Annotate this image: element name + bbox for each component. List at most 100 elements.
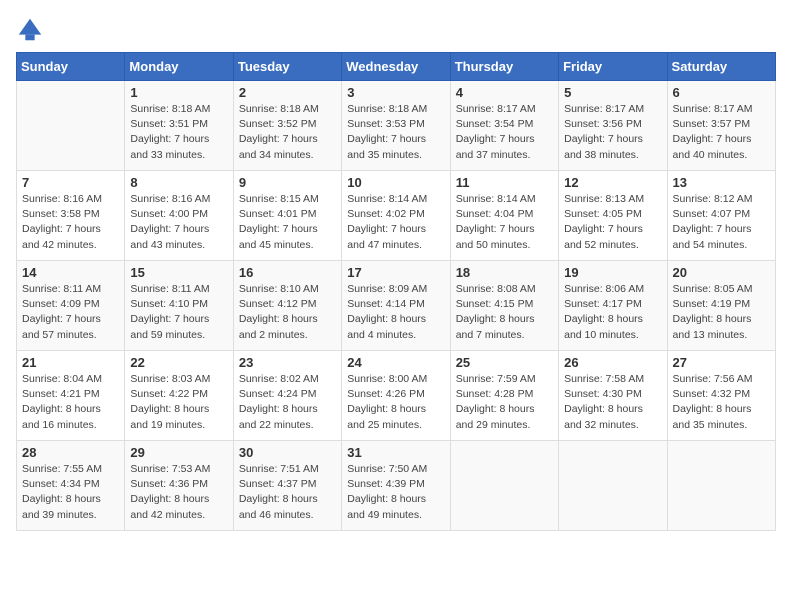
day-cell: 18Sunrise: 8:08 AMSunset: 4:15 PMDayligh…: [450, 261, 558, 351]
day-number: 3: [347, 85, 444, 100]
day-cell: 10Sunrise: 8:14 AMSunset: 4:02 PMDayligh…: [342, 171, 450, 261]
day-cell: 24 Sunrise: 8:00 AMSunset: 4:26 PMDayligh…: [342, 351, 450, 441]
day-number: 22: [130, 355, 227, 370]
day-cell: 5 Sunrise: 8:17 AMSunset: 3:56 PMDaylight…: [559, 81, 667, 171]
day-number: 19: [564, 265, 661, 280]
header: [16, 16, 776, 44]
day-number: 29: [130, 445, 227, 460]
day-number: 5: [564, 85, 661, 100]
day-cell: 6 Sunrise: 8:17 AMSunset: 3:57 PMDaylight…: [667, 81, 775, 171]
day-number: 11: [456, 175, 553, 190]
day-detail: Sunrise: 7:55 AMSunset: 4:34 PMDaylight:…: [22, 462, 119, 523]
day-number: 12: [564, 175, 661, 190]
day-number: 14: [22, 265, 119, 280]
day-number: 25: [456, 355, 553, 370]
day-cell: [17, 81, 125, 171]
day-number: 13: [673, 175, 770, 190]
week-row-2: 7Sunrise: 8:16 AMSunset: 3:58 PMDaylight…: [17, 171, 776, 261]
day-cell: [559, 441, 667, 531]
day-number: 15: [130, 265, 227, 280]
day-cell: 30 Sunrise: 7:51 AMSunset: 4:37 PMDayligh…: [233, 441, 341, 531]
day-detail: Sunrise: 7:51 AMSunset: 4:37 PMDaylight:…: [239, 462, 336, 523]
day-detail: Sunrise: 8:16 AMSunset: 4:00 PMDaylight:…: [130, 192, 227, 253]
day-detail: Sunrise: 7:50 AMSunset: 4:39 PMDaylight:…: [347, 462, 444, 523]
day-number: 23: [239, 355, 336, 370]
day-detail: Sunrise: 8:17 AMSunset: 3:56 PMDaylight:…: [564, 102, 661, 163]
day-detail: Sunrise: 8:14 AMSunset: 4:02 PMDaylight:…: [347, 192, 444, 253]
day-cell: [450, 441, 558, 531]
day-number: 17: [347, 265, 444, 280]
day-number: 24: [347, 355, 444, 370]
day-detail: Sunrise: 8:18 AMSunset: 3:52 PMDaylight:…: [239, 102, 336, 163]
day-number: 26: [564, 355, 661, 370]
day-number: 7: [22, 175, 119, 190]
week-row-4: 21 Sunrise: 8:04 AMSunset: 4:21 PMDayligh…: [17, 351, 776, 441]
day-cell: 8 Sunrise: 8:16 AMSunset: 4:00 PMDaylight…: [125, 171, 233, 261]
day-number: 30: [239, 445, 336, 460]
day-cell: 21 Sunrise: 8:04 AMSunset: 4:21 PMDayligh…: [17, 351, 125, 441]
day-number: 4: [456, 85, 553, 100]
day-cell: 23 Sunrise: 8:02 AMSunset: 4:24 PMDayligh…: [233, 351, 341, 441]
day-cell: 9 Sunrise: 8:15 AMSunset: 4:01 PMDaylight…: [233, 171, 341, 261]
day-cell: 29 Sunrise: 7:53 AMSunset: 4:36 PMDayligh…: [125, 441, 233, 531]
logo-icon: [16, 16, 44, 44]
day-cell: 4 Sunrise: 8:17 AMSunset: 3:54 PMDaylight…: [450, 81, 558, 171]
day-detail: Sunrise: 8:11 AMSunset: 4:10 PMDaylight:…: [130, 282, 227, 343]
day-number: 20: [673, 265, 770, 280]
calendar-table: SundayMondayTuesdayWednesdayThursdayFrid…: [16, 52, 776, 531]
day-cell: 12 Sunrise: 8:13 AMSunset: 4:05 PMDayligh…: [559, 171, 667, 261]
day-cell: 11 Sunrise: 8:14 AMSunset: 4:04 PMDayligh…: [450, 171, 558, 261]
week-row-3: 14 Sunrise: 8:11 AMSunset: 4:09 PMDayligh…: [17, 261, 776, 351]
day-detail: Sunrise: 8:09 AMSunset: 4:14 PMDaylight:…: [347, 282, 444, 343]
day-detail: Sunrise: 7:58 AMSunset: 4:30 PMDaylight:…: [564, 372, 661, 433]
day-detail: Sunrise: 7:59 AMSunset: 4:28 PMDaylight:…: [456, 372, 553, 433]
day-detail: Sunrise: 8:02 AMSunset: 4:24 PMDaylight:…: [239, 372, 336, 433]
day-number: 28: [22, 445, 119, 460]
day-cell: 22 Sunrise: 8:03 AMSunset: 4:22 PMDayligh…: [125, 351, 233, 441]
day-detail: Sunrise: 8:18 AMSunset: 3:51 PMDaylight:…: [130, 102, 227, 163]
day-cell: 19 Sunrise: 8:06 AMSunset: 4:17 PMDayligh…: [559, 261, 667, 351]
day-detail: Sunrise: 8:17 AMSunset: 3:54 PMDaylight:…: [456, 102, 553, 163]
day-cell: 28 Sunrise: 7:55 AMSunset: 4:34 PMDayligh…: [17, 441, 125, 531]
day-number: 18: [456, 265, 553, 280]
day-number: 27: [673, 355, 770, 370]
day-detail: Sunrise: 7:56 AMSunset: 4:32 PMDaylight:…: [673, 372, 770, 433]
day-cell: 31 Sunrise: 7:50 AMSunset: 4:39 PMDayligh…: [342, 441, 450, 531]
day-cell: 25 Sunrise: 7:59 AMSunset: 4:28 PMDayligh…: [450, 351, 558, 441]
day-number: 16: [239, 265, 336, 280]
day-detail: Sunrise: 8:00 AMSunset: 4:26 PMDaylight:…: [347, 372, 444, 433]
day-detail: Sunrise: 8:05 AMSunset: 4:19 PMDaylight:…: [673, 282, 770, 343]
day-detail: Sunrise: 8:12 AMSunset: 4:07 PMDaylight:…: [673, 192, 770, 253]
day-detail: Sunrise: 8:06 AMSunset: 4:17 PMDaylight:…: [564, 282, 661, 343]
day-number: 9: [239, 175, 336, 190]
day-number: 21: [22, 355, 119, 370]
day-detail: Sunrise: 8:11 AMSunset: 4:09 PMDaylight:…: [22, 282, 119, 343]
day-detail: Sunrise: 8:15 AMSunset: 4:01 PMDaylight:…: [239, 192, 336, 253]
day-header-tuesday: Tuesday: [233, 53, 341, 81]
day-cell: 7Sunrise: 8:16 AMSunset: 3:58 PMDaylight…: [17, 171, 125, 261]
day-cell: 3Sunrise: 8:18 AMSunset: 3:53 PMDaylight…: [342, 81, 450, 171]
day-cell: 27 Sunrise: 7:56 AMSunset: 4:32 PMDayligh…: [667, 351, 775, 441]
day-detail: Sunrise: 8:03 AMSunset: 4:22 PMDaylight:…: [130, 372, 227, 433]
day-cell: 2Sunrise: 8:18 AMSunset: 3:52 PMDaylight…: [233, 81, 341, 171]
day-detail: Sunrise: 8:14 AMSunset: 4:04 PMDaylight:…: [456, 192, 553, 253]
day-cell: 26 Sunrise: 7:58 AMSunset: 4:30 PMDayligh…: [559, 351, 667, 441]
day-number: 1: [130, 85, 227, 100]
day-detail: Sunrise: 8:13 AMSunset: 4:05 PMDaylight:…: [564, 192, 661, 253]
day-detail: Sunrise: 8:04 AMSunset: 4:21 PMDaylight:…: [22, 372, 119, 433]
day-header-monday: Monday: [125, 53, 233, 81]
day-cell: [667, 441, 775, 531]
day-number: 6: [673, 85, 770, 100]
logo: [16, 16, 48, 44]
day-cell: 13 Sunrise: 8:12 AMSunset: 4:07 PMDayligh…: [667, 171, 775, 261]
day-cell: 15 Sunrise: 8:11 AMSunset: 4:10 PMDayligh…: [125, 261, 233, 351]
week-row-5: 28 Sunrise: 7:55 AMSunset: 4:34 PMDayligh…: [17, 441, 776, 531]
day-header-sunday: Sunday: [17, 53, 125, 81]
day-cell: 14 Sunrise: 8:11 AMSunset: 4:09 PMDayligh…: [17, 261, 125, 351]
days-header-row: SundayMondayTuesdayWednesdayThursdayFrid…: [17, 53, 776, 81]
day-detail: Sunrise: 7:53 AMSunset: 4:36 PMDaylight:…: [130, 462, 227, 523]
day-number: 31: [347, 445, 444, 460]
day-number: 8: [130, 175, 227, 190]
day-header-saturday: Saturday: [667, 53, 775, 81]
day-detail: Sunrise: 8:17 AMSunset: 3:57 PMDaylight:…: [673, 102, 770, 163]
